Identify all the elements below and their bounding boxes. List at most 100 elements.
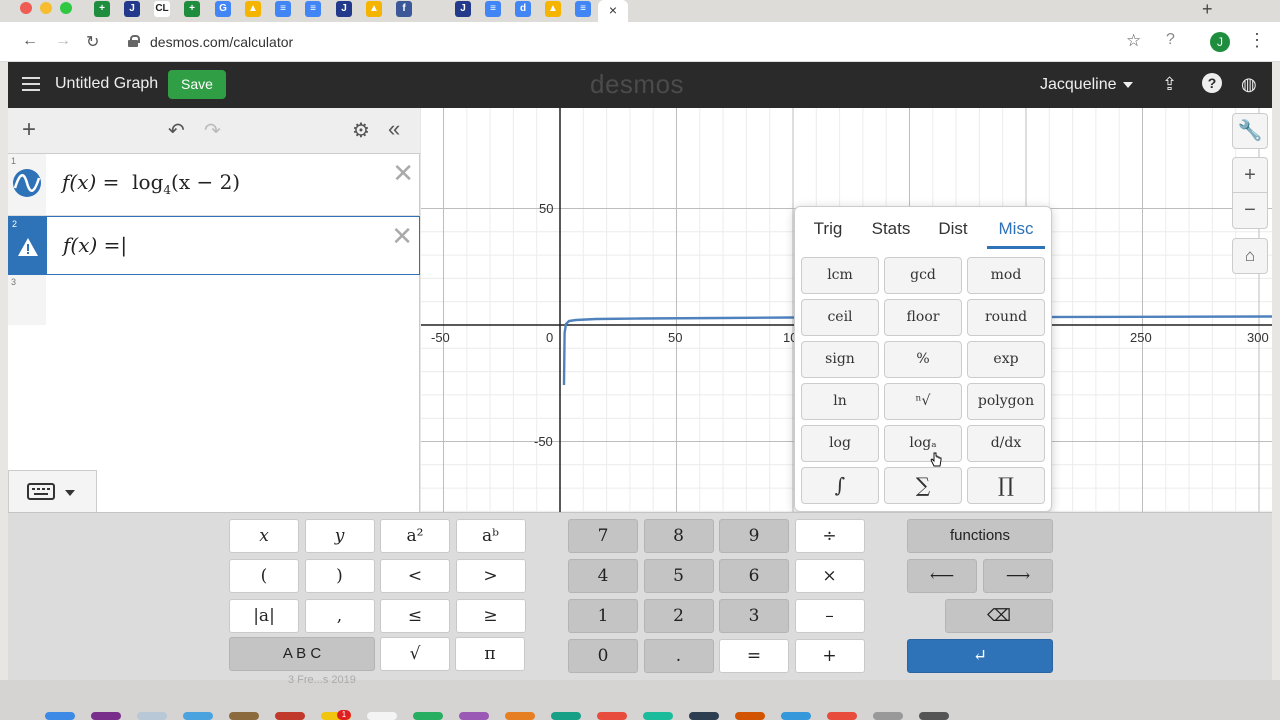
collapse-panel-icon[interactable]: « [388,116,400,142]
dock-app-icon[interactable] [91,712,121,720]
warning-icon[interactable] [17,237,39,257]
tab-favicon[interactable]: d [515,1,531,17]
number-key[interactable]: 3 [719,599,789,633]
function-button[interactable]: d/dx [967,425,1045,462]
back-icon[interactable]: ← [22,32,38,50]
left-arrow-key[interactable]: ⟵ [907,559,977,593]
function-button[interactable]: polygon [967,383,1045,420]
undo-icon[interactable]: ↶ [168,118,185,143]
dock-app-icon[interactable] [781,712,811,720]
active-tab[interactable]: × [598,0,628,22]
keypad-key[interactable]: ≥ [455,599,526,633]
delete-expression-icon[interactable]: ✕ [391,221,413,252]
right-arrow-key[interactable]: ⟶ [983,559,1053,593]
number-key[interactable]: 5 [643,559,714,593]
keypad-key[interactable]: ( [229,559,299,593]
zoom-in-icon[interactable]: + [1232,157,1268,193]
forward-icon[interactable]: → [55,32,71,50]
number-key[interactable]: = [719,639,789,673]
number-key[interactable]: 9 [719,519,789,553]
delete-expression-icon[interactable]: ✕ [392,158,414,189]
tab-close-icon[interactable]: × [609,2,617,18]
maximize-window-button[interactable] [60,2,72,14]
reload-icon[interactable]: ↻ [86,32,99,52]
share-icon[interactable]: ⇪ [1162,74,1177,95]
dock-app-icon[interactable] [275,712,305,720]
function-button[interactable]: ceil [801,299,879,336]
dock-app-icon[interactable] [183,712,213,720]
keyboard-toggle-button[interactable] [8,470,97,512]
dock-app-icon[interactable] [827,712,857,720]
bookmark-star-icon[interactable]: ☆ [1126,31,1141,51]
tab-favicon[interactable]: G [215,1,231,17]
enter-key[interactable]: ↵ [907,639,1053,673]
dock-app-icon[interactable] [45,712,75,720]
keypad-key[interactable]: < [380,559,450,593]
help-icon[interactable]: ? [1202,73,1222,93]
add-item-icon[interactable]: + [22,116,36,144]
function-button[interactable]: ⁿ√ [884,383,962,420]
expression-row-1[interactable]: 1 f(x) = log4(x − 2) ✕ [8,154,420,216]
number-key[interactable]: 7 [568,519,638,553]
function-button[interactable]: log [801,425,879,462]
tab-stats[interactable]: Stats [865,219,917,249]
keypad-key[interactable]: a² [380,519,450,553]
graph-color-icon[interactable] [12,168,42,198]
operator-key[interactable]: – [794,599,865,633]
keypad-key[interactable]: x [229,519,299,553]
expression-math[interactable]: f(x) = log4(x − 2) [62,170,240,197]
function-button[interactable]: ∑ [884,467,962,504]
tab-favicon[interactable]: f [396,1,412,17]
function-button[interactable]: % [884,341,962,378]
operator-key[interactable]: × [794,559,865,593]
functions-key[interactable]: functions [907,519,1053,553]
extension-icon[interactable]: ? [1166,31,1175,49]
dock-app-icon[interactable] [551,712,581,720]
tab-favicon[interactable]: ≡ [485,1,501,17]
tab-favicon[interactable]: ▲ [245,1,261,17]
number-key[interactable]: 8 [643,519,714,553]
save-button[interactable]: Save [168,70,226,99]
number-key[interactable]: 4 [568,559,638,593]
close-window-button[interactable] [20,2,32,14]
tab-favicon[interactable]: J [124,1,140,17]
expression-row-2[interactable]: 2 f(x) =| ✕ [8,216,420,275]
redo-icon[interactable]: ↷ [204,118,221,143]
home-icon[interactable]: ⌂ [1232,238,1268,274]
graph-title[interactable]: Untitled Graph [55,75,158,93]
hamburger-menu-icon[interactable] [22,77,40,91]
new-tab-button[interactable]: + [1202,0,1213,20]
globe-icon[interactable]: ◍ [1241,74,1257,95]
dock-app-icon[interactable] [689,712,719,720]
function-button[interactable]: logₐ [884,425,962,462]
tab-favicon[interactable]: + [184,1,200,17]
expression-math-editing[interactable]: f(x) =| [63,233,127,257]
keypad-key[interactable]: ≤ [380,599,450,633]
keypad-key[interactable]: |a| [229,599,299,633]
keypad-key[interactable]: > [455,559,526,593]
keypad-key[interactable]: aᵇ [455,519,526,553]
function-button[interactable]: round [967,299,1045,336]
zoom-out-icon[interactable]: − [1232,193,1268,229]
function-button[interactable]: lcm [801,257,879,294]
dock-app-icon[interactable] [735,712,765,720]
tab-favicon[interactable]: ≡ [305,1,321,17]
dock-app-icon[interactable] [459,712,489,720]
function-button[interactable]: ∏ [967,467,1045,504]
keypad-key[interactable]: ) [304,559,375,593]
tab-misc[interactable]: Misc [987,219,1045,249]
abc-key[interactable]: A B C [229,637,375,671]
dock-app-icon[interactable] [873,712,903,720]
backspace-key[interactable]: ⌫ [945,599,1053,633]
expression-row-3[interactable]: 3 [8,275,420,325]
operator-key[interactable]: ÷ [794,519,865,553]
number-key[interactable]: . [643,639,714,673]
dock-app-icon[interactable] [919,712,949,720]
function-button[interactable]: ∫ [801,467,879,504]
profile-avatar[interactable]: J [1210,32,1230,52]
dock-app-icon[interactable] [505,712,535,720]
number-key[interactable]: 1 [568,599,638,633]
function-button[interactable]: exp [967,341,1045,378]
tab-favicon[interactable]: CL [154,1,170,17]
keypad-key[interactable]: , [304,599,375,633]
